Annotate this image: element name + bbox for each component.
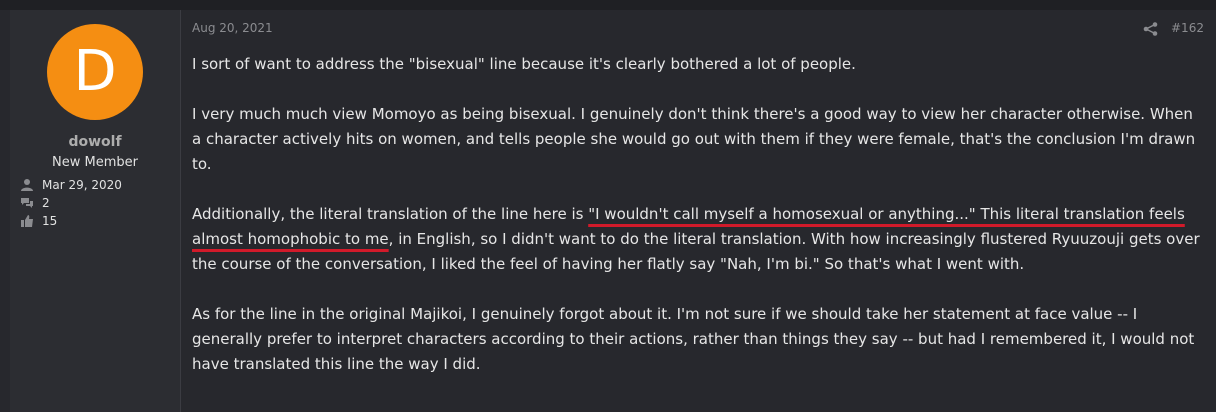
avatar[interactable]: D — [47, 24, 143, 120]
post-number-link[interactable]: #162 — [1171, 21, 1204, 35]
post-body: I sort of want to address the "bisexual"… — [192, 52, 1202, 402]
paragraph-4: As for the line in the original Majikoi,… — [192, 305, 1195, 373]
paragraph-2: I very much much view Momoyo as being bi… — [192, 105, 1196, 173]
page: D dowolf New Member Mar 29, 2020 2 15 Au… — [0, 0, 1216, 412]
paragraph-1: I sort of want to address the "bisexual"… — [192, 55, 856, 73]
top-strip — [0, 0, 1216, 10]
paragraph-3: Additionally, the literal translation of… — [192, 202, 1202, 277]
messages-icon — [21, 198, 33, 208]
post-date-link[interactable]: Aug 20, 2021 — [192, 21, 273, 35]
joined-stat: Mar 29, 2020 — [20, 177, 170, 195]
user-sidebar: D dowolf New Member Mar 29, 2020 2 15 — [10, 10, 181, 412]
joined-date: Mar 29, 2020 — [42, 178, 122, 192]
username-link[interactable]: dowolf — [10, 134, 180, 150]
messages-stat: 2 — [20, 195, 170, 213]
reactions-count: 15 — [42, 214, 58, 228]
post-main: Aug 20, 2021 #162 I sort of want to addr… — [181, 10, 1216, 412]
user-icon — [21, 179, 33, 191]
paragraph-3-intro: Additionally, the literal translation of… — [192, 205, 589, 223]
user-title: New Member — [52, 155, 138, 170]
messages-count: 2 — [42, 196, 50, 210]
thumbs-up-icon — [21, 215, 33, 227]
share-icon[interactable] — [1143, 22, 1159, 36]
reactions-stat: 15 — [20, 213, 170, 231]
